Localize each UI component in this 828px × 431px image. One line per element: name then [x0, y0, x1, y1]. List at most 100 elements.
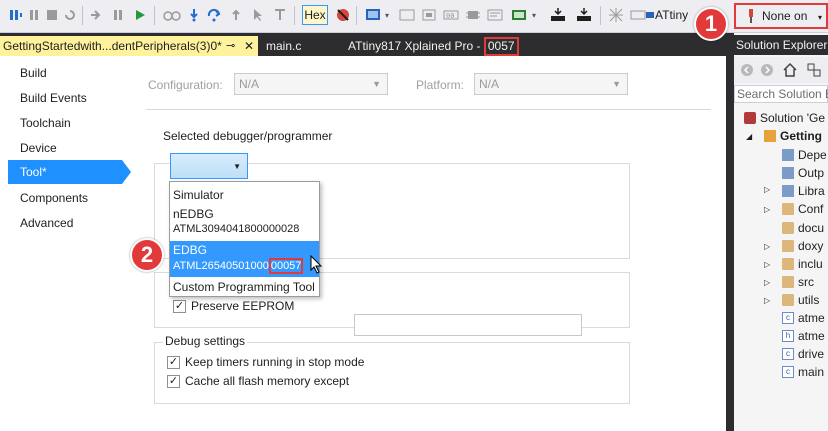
- break-icon[interactable]: [26, 5, 42, 25]
- tree-item-file[interactable]: h atme: [782, 327, 825, 345]
- chip-icon[interactable]: [464, 5, 482, 25]
- nav-item-advanced[interactable]: Advanced: [20, 216, 73, 230]
- tab-main-c[interactable]: main.c: [266, 36, 301, 56]
- io-view-icon[interactable]: [398, 5, 416, 25]
- cache-flash-input[interactable]: [354, 314, 582, 336]
- preserve-eeprom-checkbox[interactable]: ✓: [173, 299, 186, 313]
- keep-timers-checkbox[interactable]: ✓: [167, 355, 180, 369]
- folder-icon: [782, 276, 794, 288]
- step-over-icon[interactable]: [206, 5, 222, 25]
- option-custom-programming-tool[interactable]: Custom Programming Tool: [170, 278, 319, 296]
- cursor-icon[interactable]: [250, 5, 266, 25]
- expand-icon[interactable]: ▷: [764, 205, 770, 214]
- option-simulator[interactable]: Simulator: [170, 185, 319, 205]
- tree-item-project[interactable]: Getting: [764, 127, 822, 145]
- hex-display-button[interactable]: Hex: [302, 5, 328, 25]
- expand-icon[interactable]: ▷: [764, 242, 770, 251]
- expand-icon[interactable]: ▷: [764, 278, 770, 287]
- chevron-down-icon: ▼: [612, 79, 621, 89]
- folder-icon: [782, 222, 794, 234]
- step-into-icon[interactable]: [186, 5, 202, 25]
- project-icon: [764, 130, 776, 142]
- continue-icon[interactable]: [132, 5, 148, 25]
- tree-item-label: atme: [798, 329, 825, 343]
- pause-all-icon[interactable]: [8, 5, 24, 25]
- disable-breakpoints-icon[interactable]: [334, 5, 352, 25]
- step-out-icon[interactable]: [228, 5, 244, 25]
- keep-timers-row[interactable]: ✓ Keep timers running in stop mode: [167, 355, 364, 369]
- edbg-serial-highlight: 00057: [268, 258, 304, 274]
- pause-icon[interactable]: [110, 5, 126, 25]
- expand-icon[interactable]: ▷: [764, 296, 770, 305]
- tree-item-libraries[interactable]: Libra: [782, 182, 825, 200]
- tree-item-output[interactable]: Outp: [782, 164, 824, 182]
- tree-item-solution[interactable]: Solution 'Ge: [744, 109, 825, 127]
- tool-selector[interactable]: None on ▾: [734, 3, 828, 29]
- device-programming-icon[interactable]: [548, 5, 568, 25]
- tree-item-dependencies[interactable]: Depe: [782, 146, 827, 164]
- processor-view-icon[interactable]: [420, 5, 438, 25]
- tree-item-documentation[interactable]: docu: [782, 219, 824, 237]
- tree-item-file[interactable]: c main: [782, 363, 824, 381]
- collapse-icon[interactable]: ◢: [746, 132, 752, 141]
- tab-project-properties[interactable]: GettingStartedwith...dentPeripherals(3)0…: [0, 36, 258, 56]
- tree-item-doxygen[interactable]: doxy: [782, 237, 823, 255]
- option-nedbg[interactable]: nEDBG ATML3094041800000028: [170, 206, 319, 240]
- back-icon[interactable]: [740, 63, 754, 77]
- tool-dropdown-icon: ▾: [817, 13, 822, 22]
- nav-item-components[interactable]: Components: [20, 191, 88, 205]
- show-next-statement-icon[interactable]: [162, 5, 182, 25]
- tree-item-src[interactable]: src: [782, 273, 814, 291]
- tree-item-file[interactable]: c drive: [782, 345, 824, 363]
- nav-item-toolchain[interactable]: Toolchain: [20, 116, 71, 130]
- stop-icon[interactable]: [44, 5, 60, 25]
- solution-icon: [744, 112, 756, 124]
- nav-item-tool[interactable]: Tool*: [8, 160, 122, 184]
- forward-icon[interactable]: [760, 63, 774, 77]
- nav-item-build-events[interactable]: Build Events: [20, 91, 87, 105]
- tree-item-config[interactable]: Conf: [782, 200, 823, 218]
- tree-item-label: inclu: [798, 257, 823, 271]
- pin-icon[interactable]: ⊸: [226, 36, 235, 56]
- tree-item-utils[interactable]: utils: [782, 291, 819, 309]
- nav-item-build[interactable]: Build: [20, 66, 47, 80]
- configuration-select[interactable]: N/A ▼: [234, 73, 388, 95]
- registers-icon[interactable]: 00: [442, 5, 460, 25]
- program-device-icon[interactable]: [574, 5, 594, 25]
- run-to-cursor-icon[interactable]: [272, 5, 288, 25]
- restart-icon[interactable]: [62, 5, 78, 25]
- tool-selector-label: None on: [762, 9, 808, 23]
- cache-flash-row[interactable]: ✓ Cache all flash memory except: [167, 374, 349, 388]
- cache-flash-label: Cache all flash memory except: [185, 374, 350, 388]
- sync-icon[interactable]: [806, 62, 822, 78]
- debugger-select[interactable]: ▼: [170, 153, 248, 179]
- image-view-icon[interactable]: [510, 5, 528, 25]
- solution-search-input[interactable]: Search Solution E: [734, 85, 828, 103]
- disassembly-icon[interactable]: [486, 5, 504, 25]
- tree-item-include[interactable]: inclu: [782, 255, 823, 273]
- grid-icon[interactable]: [606, 5, 626, 25]
- start-debug-icon[interactable]: [88, 5, 104, 25]
- option-edbg[interactable]: EDBG ATML26540501000 00057: [170, 241, 319, 277]
- cache-flash-checkbox[interactable]: ✓: [167, 374, 180, 388]
- preserve-eeprom-row[interactable]: ✓ Preserve EEPROM: [173, 299, 294, 313]
- close-icon[interactable]: ✕: [244, 36, 254, 56]
- expand-icon[interactable]: ▷: [764, 260, 770, 269]
- nav-item-device[interactable]: Device: [20, 141, 57, 155]
- debug-settings-title: Debug settings: [163, 334, 248, 348]
- home-icon[interactable]: [782, 62, 798, 78]
- platform-select[interactable]: N/A ▼: [474, 73, 628, 95]
- tree-item-label: atme: [798, 311, 825, 325]
- h-file-icon: h: [782, 330, 794, 342]
- view-dropdown-icon[interactable]: ▾: [530, 5, 538, 25]
- memory-dropdown-icon[interactable]: ▾: [383, 5, 391, 25]
- debugger-group-title: Selected debugger/programmer: [163, 129, 333, 143]
- expand-icon[interactable]: ▷: [764, 185, 770, 194]
- tree-item-label: docu: [798, 221, 825, 235]
- tool-icon: [749, 9, 753, 23]
- tab-device[interactable]: ATtiny817 Xplained Pro - 0057: [348, 36, 519, 56]
- tree-item-label: Libra: [798, 184, 825, 198]
- memory-window-icon[interactable]: [364, 5, 382, 25]
- option-edbg-serial: ATML26540501000: [173, 260, 269, 272]
- tree-item-file[interactable]: c atme: [782, 309, 825, 327]
